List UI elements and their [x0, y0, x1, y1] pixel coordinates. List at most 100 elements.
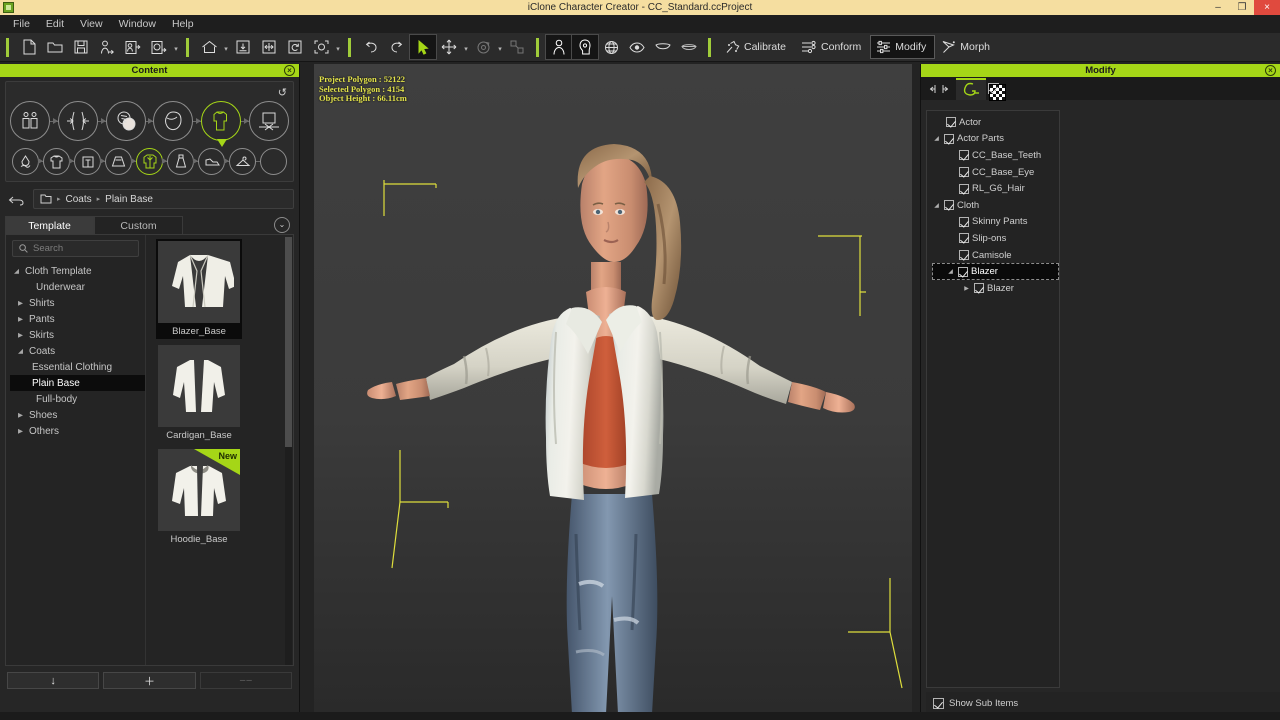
menu-edit[interactable]: Edit [38, 15, 72, 33]
tree-item-underwear[interactable]: Underwear [10, 279, 145, 295]
show-sub-items-checkbox[interactable] [933, 697, 944, 709]
tree-item-plain-base[interactable]: Plain Base [10, 375, 145, 391]
content-panel-close-icon[interactable]: × [284, 65, 295, 76]
refresh-view-icon[interactable] [282, 35, 308, 59]
checkbox[interactable] [959, 150, 969, 161]
maximize-button[interactable]: ❐ [1230, 0, 1254, 15]
thumbnail-hoodie-base[interactable]: New Hoodie_Base [156, 447, 242, 547]
dress-icon[interactable] [167, 148, 194, 175]
tree-item-others[interactable]: ▶ Others [10, 423, 145, 439]
tree-item-shoes[interactable]: ▶ Shoes [10, 407, 145, 423]
tree-item-cloth-template[interactable]: ◢ Cloth Template [10, 263, 145, 279]
tree-item-skirts[interactable]: ▶ Skirts [10, 327, 145, 343]
close-button[interactable]: × [1254, 0, 1280, 15]
fit-icon[interactable] [256, 35, 282, 59]
3d-viewport[interactable]: Project Polygon : 52122 Selected Polygon… [314, 64, 912, 712]
scene-node-blazer-child[interactable]: ▶ Blazer [932, 280, 1059, 297]
checkbox[interactable] [944, 133, 954, 144]
tree-item-essential-clothing[interactable]: Essential Clothing [10, 359, 145, 375]
globe-icon[interactable] [598, 35, 624, 59]
hanger-icon[interactable] [229, 148, 256, 175]
accessory-icon[interactable] [248, 101, 289, 141]
export-character-icon[interactable] [120, 35, 146, 59]
checkbox[interactable] [958, 266, 968, 277]
frame-selection-icon[interactable] [308, 35, 334, 59]
minimize-button[interactable]: – [1206, 0, 1230, 15]
tree-item-coats[interactable]: ◢ Coats [10, 343, 145, 359]
head-icon[interactable] [571, 34, 599, 60]
menu-view[interactable]: View [72, 15, 111, 33]
scene-node-cc-base-eye[interactable]: CC_Base_Eye [932, 164, 1059, 181]
scrollbar-thumb[interactable] [285, 237, 292, 447]
morph-icon[interactable] [57, 101, 98, 141]
twisty-closed-icon[interactable]: ▶ [16, 331, 25, 339]
move-caret-icon[interactable]: ▾ [462, 35, 470, 59]
calibrate-button[interactable]: Calibrate [720, 36, 794, 58]
twisty-closed-icon[interactable]: ▶ [16, 411, 25, 419]
head-icon[interactable] [153, 101, 194, 141]
shoe-icon[interactable] [198, 148, 225, 175]
twisty-open-icon[interactable]: ◢ [12, 267, 21, 275]
checkbox[interactable] [959, 250, 969, 261]
scene-node-cloth[interactable]: ◢ Cloth [932, 197, 1059, 214]
brow-icon[interactable] [650, 35, 676, 59]
checkbox[interactable] [959, 167, 969, 178]
content-options-icon[interactable]: ⌄ [274, 217, 290, 233]
twisty-open-icon[interactable]: ◢ [946, 268, 955, 275]
breadcrumb-part-0[interactable]: Coats [66, 194, 92, 205]
download-button[interactable]: ↓ [7, 672, 100, 689]
search-input[interactable]: Search [12, 240, 139, 257]
scene-node-cc-base-teeth[interactable]: CC_Base_Teeth [932, 147, 1059, 164]
scale-icon[interactable] [504, 35, 530, 59]
checkbox[interactable] [959, 183, 969, 194]
twisty-closed-icon[interactable]: ▶ [962, 285, 971, 292]
fabric-icon[interactable] [12, 148, 39, 175]
menu-file[interactable]: File [5, 15, 38, 33]
scene-node-camisole[interactable]: Camisole [932, 247, 1059, 264]
coat-icon[interactable] [136, 148, 163, 175]
home-icon[interactable] [196, 35, 222, 59]
lip-icon[interactable] [676, 35, 702, 59]
cloth-icon[interactable] [201, 101, 242, 147]
refresh-icon[interactable]: ↺ [278, 86, 287, 99]
base-icon[interactable] [10, 101, 50, 141]
twisty-closed-icon[interactable]: ▶ [16, 427, 25, 435]
frame-caret-icon[interactable]: ▾ [334, 35, 342, 59]
twisty-open-icon[interactable]: ◢ [932, 202, 941, 209]
scene-node-skinny-pants[interactable]: Skinny Pants [932, 214, 1059, 231]
export-caret-icon[interactable]: ▾ [172, 35, 180, 59]
checkbox[interactable] [959, 233, 969, 244]
twisty-closed-icon[interactable]: ▶ [16, 299, 25, 307]
skin-icon[interactable] [105, 101, 146, 141]
breadcrumb-part-1[interactable]: Plain Base [105, 194, 153, 205]
back-icon[interactable] [5, 190, 27, 208]
new-icon[interactable] [16, 35, 42, 59]
more-icon[interactable] [260, 148, 287, 175]
rotate-icon[interactable] [470, 35, 496, 59]
undo-icon[interactable] [358, 35, 384, 59]
scene-node-actor[interactable]: Actor [932, 114, 1059, 131]
character-model[interactable] [314, 64, 912, 712]
checkbox[interactable] [944, 200, 954, 211]
align-down-icon[interactable] [230, 35, 256, 59]
save-icon[interactable] [68, 35, 94, 59]
twisty-open-icon[interactable]: ◢ [932, 135, 941, 142]
open-icon[interactable] [42, 35, 68, 59]
checkbox[interactable] [959, 216, 969, 227]
conform-button[interactable]: Conform [796, 36, 869, 58]
thumbnail-cardigan-base[interactable]: Cardigan_Base [156, 343, 242, 443]
tree-item-shirts[interactable]: ▶ Shirts [10, 295, 145, 311]
tree-item-pants[interactable]: ▶ Pants [10, 311, 145, 327]
export-project-icon[interactable] [146, 35, 172, 59]
tree-item-full-body[interactable]: Full-body [10, 391, 145, 407]
redo-icon[interactable] [384, 35, 410, 59]
modify-panel-close-icon[interactable]: × [1265, 65, 1276, 76]
twisty-closed-icon[interactable]: ▶ [16, 315, 25, 323]
menu-window[interactable]: Window [111, 15, 164, 33]
appearance-tab[interactable] [956, 77, 986, 100]
import-character-icon[interactable] [94, 35, 120, 59]
twisty-open-icon[interactable]: ◢ [16, 347, 25, 355]
pants-icon[interactable] [74, 148, 101, 175]
checkbox[interactable] [946, 117, 956, 128]
checkbox[interactable] [974, 283, 984, 294]
